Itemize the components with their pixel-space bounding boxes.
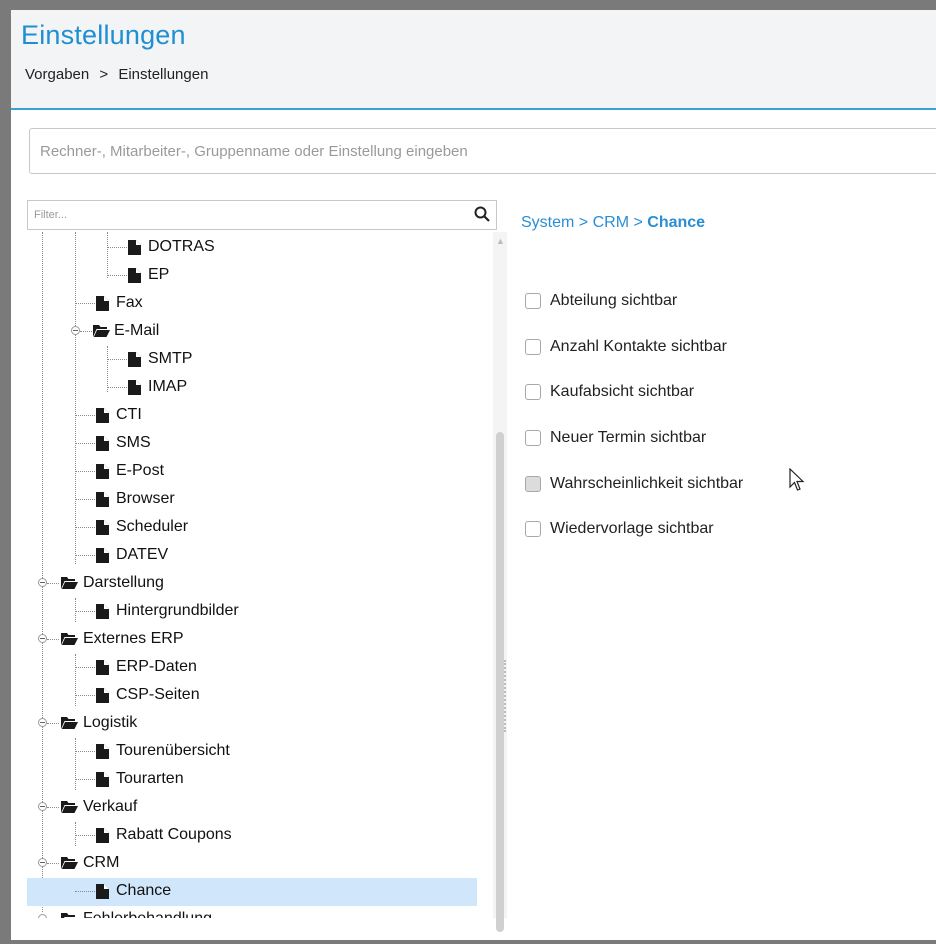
collapse-toggle-icon[interactable] (38, 634, 47, 643)
tree-item-externes-erp[interactable]: Externes ERP (27, 626, 477, 654)
file-icon (96, 492, 109, 512)
file-icon (96, 548, 109, 568)
tree-item-e-post[interactable]: E-Post (27, 458, 477, 486)
checkbox[interactable] (525, 384, 541, 400)
checkbox[interactable] (525, 430, 541, 446)
collapse-toggle-icon[interactable] (38, 858, 47, 867)
tree-filter-input[interactable] (28, 201, 470, 229)
folder-open-icon (61, 912, 78, 918)
collapse-toggle-icon[interactable] (38, 914, 47, 918)
collapse-toggle-icon[interactable] (71, 326, 80, 335)
collapse-toggle-icon[interactable] (38, 718, 47, 727)
folder-open-icon (61, 800, 78, 818)
file-icon (128, 240, 141, 260)
file-icon (96, 660, 109, 680)
tree-item-rabatt-coupons[interactable]: Rabatt Coupons (27, 822, 477, 850)
settings-tree: DOTRAS EP Fax E-Mail SMTP IMAP CTI SMS E… (27, 232, 485, 918)
tree-item-cti[interactable]: CTI (27, 402, 477, 430)
checkbox[interactable] (525, 339, 541, 355)
tree-scrollbar-thumb[interactable] (496, 432, 504, 932)
mouse-pointer-icon (789, 467, 805, 497)
breadcrumb: Vorgaben > Einstellungen (25, 66, 208, 83)
tree-item-logistik[interactable]: Logistik (27, 710, 477, 738)
checkbox[interactable] (525, 293, 541, 309)
tree-item-smtp[interactable]: SMTP (27, 346, 477, 374)
folder-open-icon (61, 856, 78, 874)
tree-item-ep[interactable]: EP (27, 262, 477, 290)
tree-item-scheduler[interactable]: Scheduler (27, 514, 477, 542)
tree-item-datev[interactable]: DATEV (27, 542, 477, 570)
collapse-toggle-icon[interactable] (38, 802, 47, 811)
checkbox[interactable] (525, 521, 541, 537)
file-icon (96, 744, 109, 764)
file-icon (96, 828, 109, 848)
tree-item-darstellung[interactable]: Darstellung (27, 570, 477, 598)
settings-detail-panel: System > CRM > Chance Abteilung sichtbar… (521, 214, 744, 537)
settings-tree-panel: DOTRAS EP Fax E-Mail SMTP (27, 200, 507, 932)
page-title: Einstellungen (21, 20, 186, 50)
folder-open-icon (61, 632, 78, 650)
breadcrumb-separator: > (99, 66, 109, 83)
settings-search-input[interactable] (29, 128, 936, 174)
search-icon[interactable] (474, 206, 490, 227)
tree-item-csp-seiten[interactable]: CSP-Seiten (27, 682, 477, 710)
settings-path: System > CRM > Chance (521, 214, 706, 231)
panel-splitter[interactable] (504, 660, 508, 732)
file-icon (96, 436, 109, 456)
tree-item-e-mail[interactable]: E-Mail (27, 318, 477, 346)
file-icon (96, 884, 109, 904)
scroll-up-arrow-icon[interactable]: ▲ (496, 236, 505, 246)
collapse-toggle-icon[interactable] (38, 578, 47, 587)
file-icon (128, 352, 141, 372)
checkbox[interactable] (525, 476, 541, 492)
folder-open-icon (61, 576, 78, 594)
file-icon (96, 772, 109, 792)
tree-item-imap[interactable]: IMAP (27, 374, 477, 402)
tree-item-fehlerbehandlung[interactable]: Fehlerbehandlung (27, 906, 477, 918)
tree-item-chance[interactable]: Chance (27, 878, 477, 906)
file-icon (96, 688, 109, 708)
tree-item-crm[interactable]: CRM (27, 850, 477, 878)
file-icon (96, 520, 109, 540)
file-icon (96, 604, 109, 624)
path-item-system[interactable]: System (521, 214, 574, 231)
tree-item-dotras[interactable]: DOTRAS (27, 234, 477, 262)
page-header: Einstellungen Vorgaben > Einstellungen (11, 10, 936, 110)
tree-item-tourenuebersicht[interactable]: Tourenübersicht (27, 738, 477, 766)
tree-item-tourarten[interactable]: Tourarten (27, 766, 477, 794)
tree-item-fax[interactable]: Fax (27, 290, 477, 318)
folder-open-icon (61, 716, 78, 734)
folder-open-icon (93, 324, 110, 342)
tree-item-verkauf[interactable]: Verkauf (27, 794, 477, 822)
breadcrumb-item-vorgaben[interactable]: Vorgaben (25, 66, 89, 83)
tree-scrollbar[interactable]: ▲ (493, 232, 507, 932)
settings-window: Einstellungen Vorgaben > Einstellungen R… (11, 10, 936, 940)
path-item-current: Chance (647, 214, 706, 231)
tree-item-sms[interactable]: SMS (27, 430, 477, 458)
tree-item-hintergrundbilder[interactable]: Hintergrundbilder (27, 598, 477, 626)
tree-filter (27, 200, 497, 230)
file-icon (128, 380, 141, 400)
breadcrumb-item-einstellungen: Einstellungen (118, 66, 209, 83)
file-icon (96, 296, 109, 316)
file-icon (128, 268, 141, 288)
tree-item-erp-daten[interactable]: ERP-Daten (27, 654, 477, 682)
file-icon (96, 408, 109, 428)
file-icon (96, 464, 109, 484)
path-item-crm[interactable]: CRM (593, 214, 629, 231)
tree-item-browser[interactable]: Browser (27, 486, 477, 514)
